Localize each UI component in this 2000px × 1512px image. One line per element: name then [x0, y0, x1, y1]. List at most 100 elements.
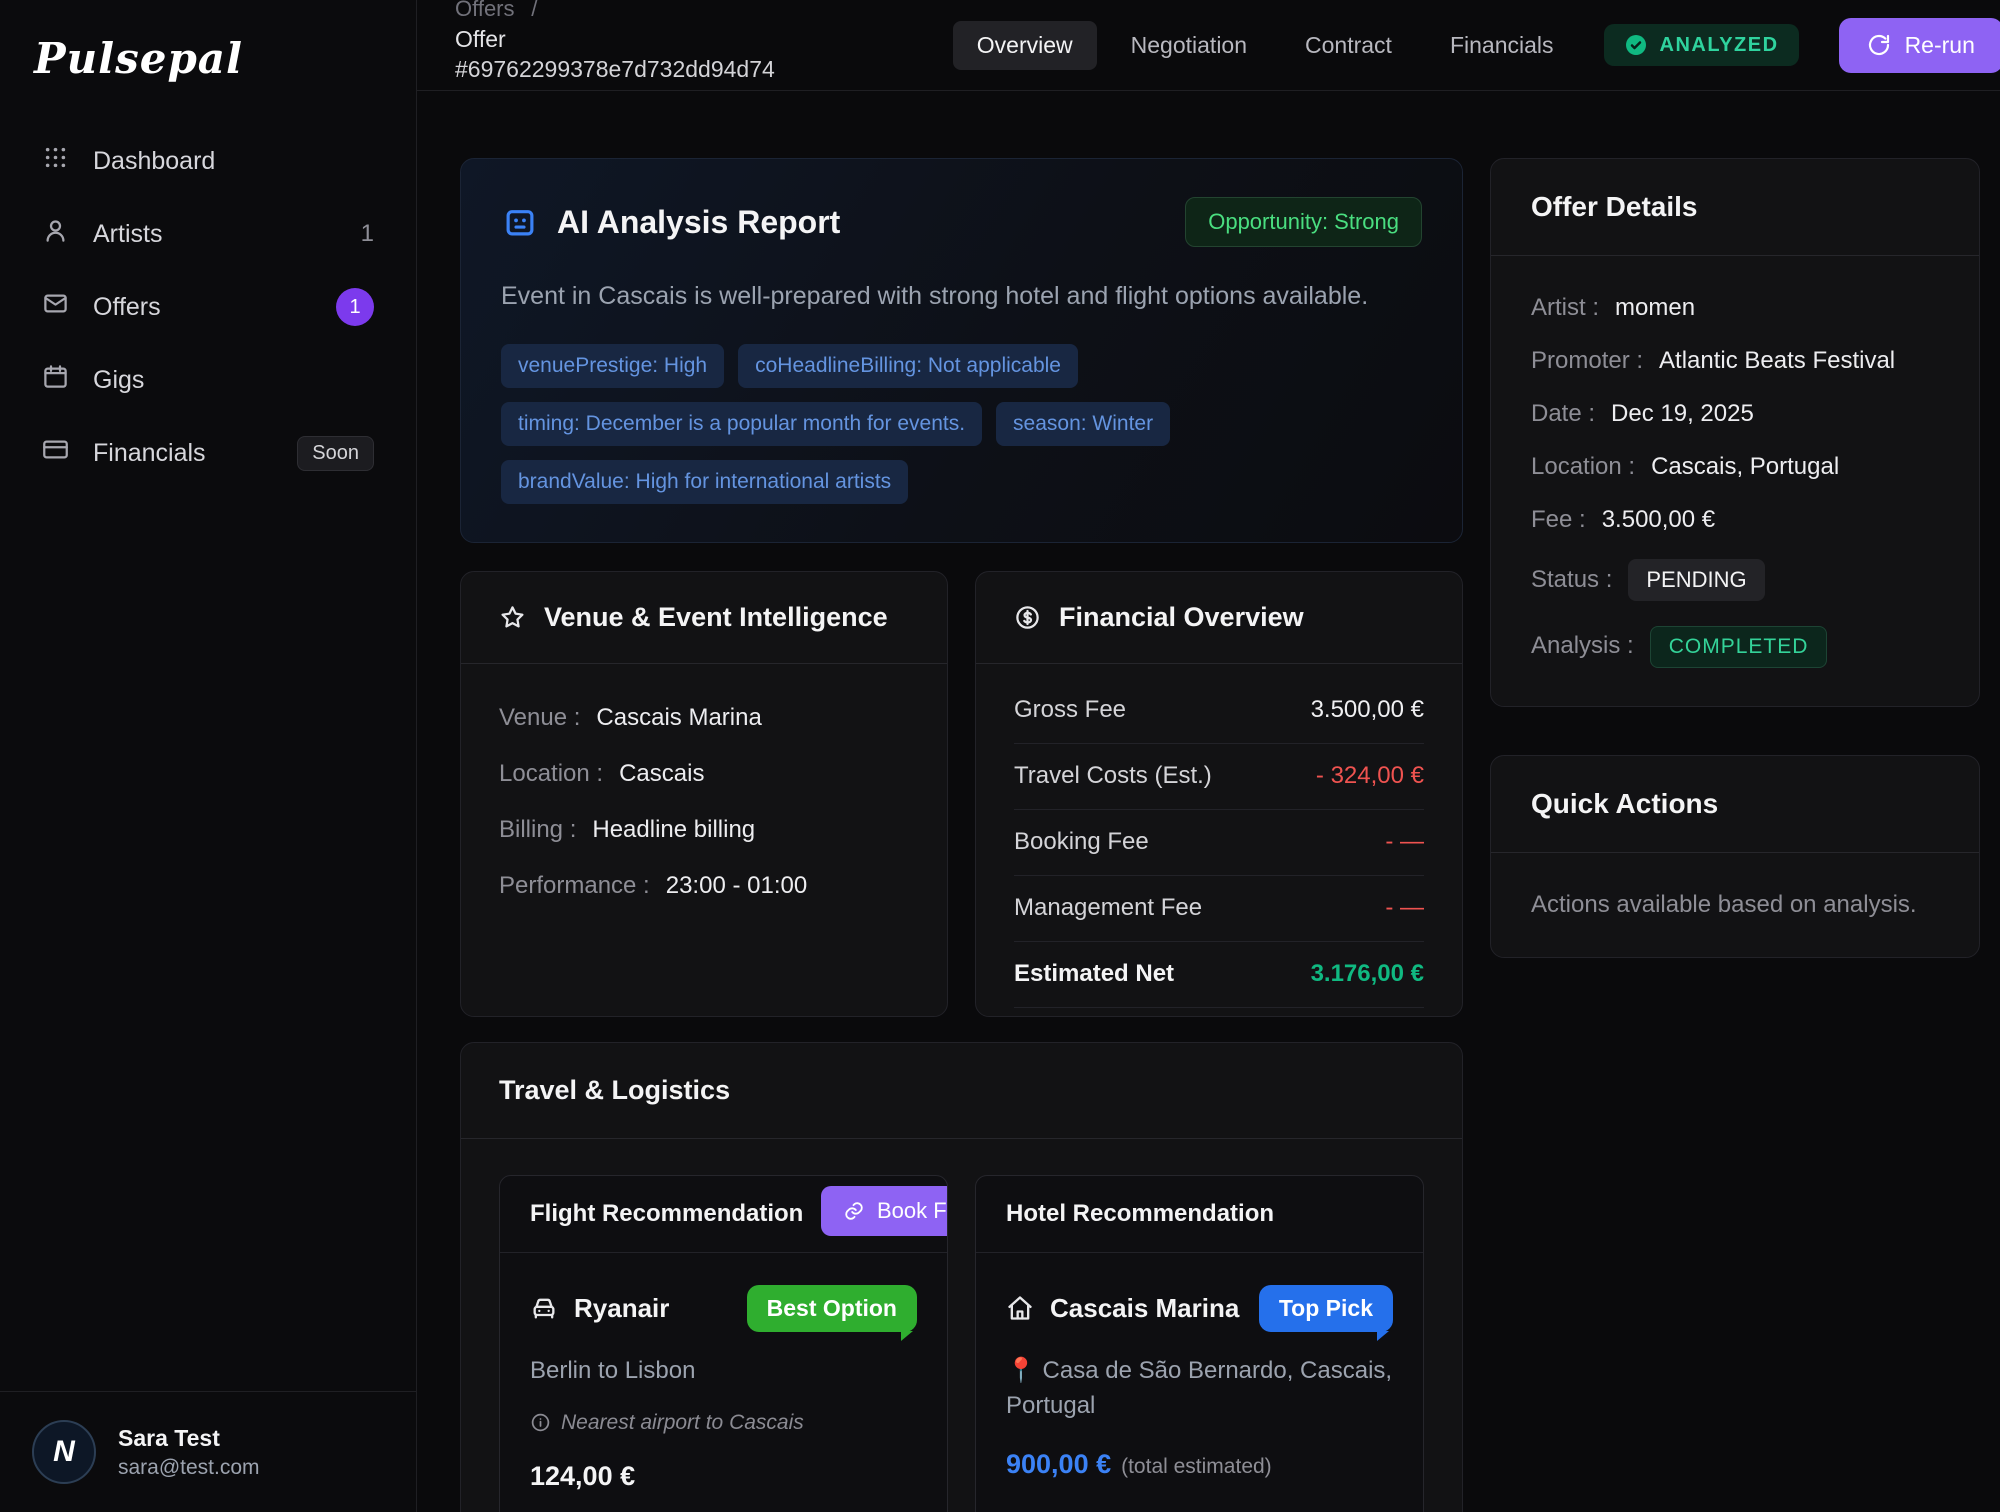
check-circle-icon [1624, 33, 1648, 57]
rerun-button[interactable]: Re-run [1839, 18, 2000, 73]
sidebar-item-artists[interactable]: Artists 1 [18, 206, 398, 262]
venue-row: Billing : Headline billing [499, 816, 909, 844]
hotel-price-value: 900,00 € [1006, 1449, 1111, 1479]
analysis-tag: brandValue: High for international artis… [501, 460, 908, 504]
sidebar-item-label: Financials [93, 439, 206, 468]
info-icon [530, 1412, 551, 1433]
tab-contract[interactable]: Contract [1281, 21, 1416, 70]
sidebar-item-label: Gigs [93, 366, 144, 395]
offer-analysis-row: Analysis : COMPLETED [1531, 626, 1939, 668]
credit-card-icon [42, 436, 69, 470]
airline-name: Ryanair [574, 1293, 669, 1324]
sidebar-nav: Dashboard Artists 1 Offers [0, 133, 416, 481]
venue-row: Venue : Cascais Marina [499, 704, 909, 732]
ai-summary-text: Event in Cascais is well-prepared with s… [501, 277, 1422, 316]
tab-negotiation[interactable]: Negotiation [1107, 21, 1271, 70]
artists-count: 1 [361, 220, 374, 248]
venue-label: Location : [499, 760, 603, 788]
detail-value: momen [1615, 294, 1695, 322]
quick-actions-empty-text: Actions available based on analysis. [1491, 853, 1979, 957]
soon-badge: Soon [297, 436, 374, 471]
breadcrumb-offers-link[interactable]: Offers [455, 0, 515, 21]
hotel-address: 📍 Casa de São Bernardo, Cascais, Portuga… [1006, 1354, 1393, 1424]
app-root: Pulsepal Dashboard Artis [0, 0, 2000, 1512]
quick-actions-title: Quick Actions [1531, 788, 1718, 819]
tab-overview[interactable]: Overview [953, 21, 1097, 70]
fee-row-estimated-net: Estimated Net 3.176,00 € [1014, 942, 1424, 1008]
venue-value: Cascais [619, 760, 704, 788]
sidebar-item-label: Artists [93, 220, 162, 249]
fee-label: Management Fee [1014, 894, 1202, 922]
offer-detail-row: Artist : momen [1531, 294, 1939, 322]
analysis-tag: timing: December is a popular month for … [501, 402, 982, 446]
offer-status-row: Status : PENDING [1531, 559, 1939, 601]
detail-value: Atlantic Beats Festival [1659, 347, 1895, 375]
venue-value: Headline billing [592, 816, 755, 844]
fee-row-gross: Gross Fee 3.500,00 € [1014, 678, 1424, 744]
sidebar-item-financials[interactable]: Financials Soon [18, 425, 398, 481]
offer-detail-row: Date : Dec 19, 2025 [1531, 400, 1939, 428]
analysis-tag: season: Winter [996, 402, 1170, 446]
offer-details-card: Offer Details Artist : momen Promoter : … [1490, 158, 1980, 707]
dollar-circle-icon [1014, 604, 1041, 631]
hotel-card-title: Hotel Recommendation [1006, 1200, 1274, 1227]
venue-intelligence-card: Venue & Event Intelligence Venue : Casca… [460, 571, 948, 1017]
mail-icon [42, 290, 69, 324]
offers-count-badge: 1 [336, 288, 374, 326]
fee-value: - 324,00 € [1316, 762, 1424, 790]
detail-label: Fee : [1531, 506, 1586, 534]
home-icon [1006, 1294, 1034, 1322]
analyzed-status-badge: ANALYZED [1604, 24, 1799, 66]
hotel-price-suffix: (total estimated) [1121, 1455, 1272, 1478]
fee-label: Gross Fee [1014, 696, 1126, 724]
user-icon [42, 217, 69, 251]
pending-status-badge: PENDING [1628, 559, 1764, 601]
fee-label: Estimated Net [1014, 960, 1174, 988]
book-flight-button[interactable]: Book Flight [821, 1186, 948, 1236]
fee-label: Travel Costs (Est.) [1014, 762, 1212, 790]
bot-icon [501, 203, 539, 241]
rerun-label: Re-run [1905, 32, 1975, 59]
fee-label: Booking Fee [1014, 828, 1149, 856]
tab-financials[interactable]: Financials [1426, 21, 1578, 70]
fee-value: - — [1385, 828, 1424, 856]
top-pick-badge: Top Pick [1259, 1285, 1393, 1332]
user-email: sara@test.com [118, 1456, 260, 1480]
detail-label: Location : [1531, 453, 1635, 481]
flight-price: 124,00 € [530, 1461, 917, 1492]
analysis-tag: coHeadlineBilling: Not applicable [738, 344, 1078, 388]
fee-value: 3.176,00 € [1311, 960, 1424, 988]
ai-analysis-card: AI Analysis Report Opportunity: Strong E… [460, 158, 1463, 543]
main-area: Offers / Offer #69762299378e7d732dd94d74… [417, 0, 2000, 1512]
analysis-tags: venuePrestige: High coHeadlineBilling: N… [501, 344, 1221, 504]
offer-detail-row: Fee : 3.500,00 € [1531, 506, 1939, 534]
breadcrumb-current-line1: Offer [455, 24, 775, 54]
venue-label: Venue : [499, 704, 580, 732]
sidebar-item-dashboard[interactable]: Dashboard [18, 133, 398, 189]
analysis-tag: venuePrestige: High [501, 344, 724, 388]
flight-note: Nearest airport to Cascais [530, 1411, 917, 1435]
financial-overview-card: Financial Overview Gross Fee 3.500,00 € … [975, 571, 1463, 1017]
hotel-price: 900,00 € (total estimated) [1006, 1449, 1393, 1480]
detail-value: 3.500,00 € [1602, 506, 1715, 534]
travel-logistics-card: Travel & Logistics Flight Recommendation [460, 1042, 1463, 1512]
flight-note-text: Nearest airport to Cascais [561, 1411, 804, 1435]
fee-row-travel: Travel Costs (Est.) - 324,00 € [1014, 744, 1424, 810]
analyzed-status-label: ANALYZED [1660, 34, 1779, 57]
user-profile[interactable]: N Sara Test sara@test.com [0, 1391, 416, 1512]
hotel-name: Cascais Marina [1050, 1293, 1239, 1324]
book-flight-label: Book Flight [877, 1198, 948, 1224]
left-column: AI Analysis Report Opportunity: Strong E… [460, 158, 1463, 1512]
breadcrumb-offer-id: #69762299378e7d732dd94d74 [455, 54, 775, 84]
sidebar-item-offers[interactable]: Offers 1 [18, 279, 398, 335]
right-column: Offer Details Artist : momen Promoter : … [1490, 158, 1980, 958]
content: AI Analysis Report Opportunity: Strong E… [417, 91, 2000, 1512]
detail-label: Date : [1531, 400, 1595, 428]
sidebar-item-gigs[interactable]: Gigs [18, 352, 398, 408]
dashboard-grid-icon [42, 144, 69, 178]
offer-detail-row: Location : Cascais, Portugal [1531, 453, 1939, 481]
user-name: Sara Test [118, 1425, 260, 1452]
offer-detail-row: Promoter : Atlantic Beats Festival [1531, 347, 1939, 375]
fee-row-booking: Booking Fee - — [1014, 810, 1424, 876]
car-front-icon [530, 1294, 558, 1322]
